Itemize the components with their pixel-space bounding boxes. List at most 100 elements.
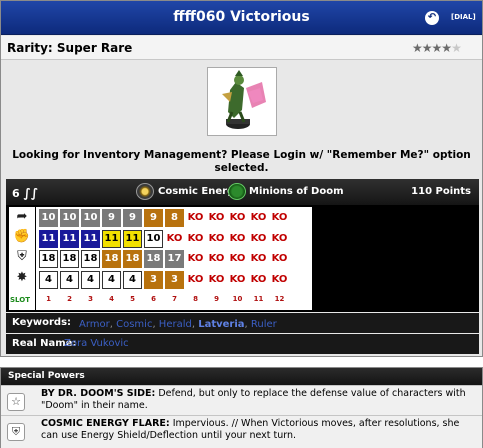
dial-cell: 3: [144, 270, 163, 289]
slot-number: 4: [109, 295, 114, 303]
title-bar: ffff060 Victorious ↶ [DIAL]: [1, 1, 482, 35]
dial-cell: 4: [81, 270, 100, 289]
dial-link[interactable]: [DIAL]: [451, 13, 476, 21]
slot-number: 3: [88, 295, 93, 303]
keyword-link[interactable]: Cosmic: [116, 319, 152, 330]
dial-cell: KO: [228, 250, 247, 268]
rarity-star-icon: ★: [451, 41, 462, 55]
dial-cell: 8: [165, 209, 184, 227]
range-value: 6 ∫∫: [12, 186, 38, 200]
dial-cell: KO: [186, 209, 205, 227]
dial-cell: 4: [123, 270, 142, 289]
power-description: COSMIC ENERGY FLARE: Impervious. // When…: [41, 418, 477, 442]
slot-number: 7: [172, 295, 177, 303]
dial-cell: 11: [81, 229, 100, 248]
rarity-stars: ★★★★★: [412, 41, 462, 55]
stat-icons-column: ➦ ✊ ⛨ ✸ SLOT: [9, 207, 35, 310]
dial-cell: 10: [60, 209, 79, 227]
dial-cell: 9: [123, 209, 142, 227]
undo-icon[interactable]: ↶: [425, 11, 439, 25]
slot-number: 12: [274, 295, 285, 303]
dial-cell: KO: [186, 250, 205, 268]
defense-shield-icon: ⛨: [17, 249, 27, 264]
speed-wing-icon: ➦: [16, 209, 28, 224]
character-title: ffff060 Victorious: [173, 9, 310, 25]
dial-cell: KO: [207, 229, 226, 248]
dial-cell: 18: [81, 250, 100, 268]
keyword-link[interactable]: Armor: [79, 319, 110, 330]
dial-cell: 11: [39, 229, 58, 248]
slot-number: 8: [193, 295, 198, 303]
keywords-row: Keywords: Armor, Cosmic, Herald, Latveri…: [6, 313, 479, 333]
dial-cell: KO: [249, 209, 268, 227]
dial-cell: 11: [102, 229, 121, 248]
special-powers-title: Special Powers: [8, 371, 85, 381]
slot-number: 5: [130, 295, 135, 303]
dial-cell: KO: [228, 209, 247, 227]
special-powers-panel: Special Powers ☆ BY DR. DOOM'S SIDE: Def…: [0, 367, 483, 448]
defense-star-icon: ☆: [7, 393, 25, 411]
rarity-star-icon: ★: [412, 41, 423, 55]
damage-burst-icon: ✸: [16, 270, 28, 285]
defense-shield-icon: ⛨: [7, 423, 25, 441]
power-name: BY DR. DOOM'S SIDE:: [41, 388, 156, 399]
dial-cell: 17: [165, 250, 184, 268]
dial-cell: KO: [228, 229, 247, 248]
dial-cell: 18: [102, 250, 121, 268]
dial-cell: 11: [123, 229, 142, 248]
combat-dial: 6 ∫∫ Cosmic Energy Minions of Doom 110 P…: [6, 179, 479, 312]
rarity-label: Rarity: Super Rare: [7, 41, 133, 55]
rarity-star-icon: ★: [431, 41, 443, 55]
rarity-row: Rarity: Super Rare ★★★★★: [1, 36, 482, 60]
keyword-link[interactable]: Ruler: [251, 319, 277, 330]
dial-cell: KO: [270, 270, 289, 289]
dial-cell: KO: [270, 209, 289, 227]
dial-cell: KO: [249, 270, 268, 289]
keyword-link[interactable]: Herald: [159, 319, 192, 330]
real-name-row: Real Name: Zora Vukovic: [6, 334, 479, 354]
power-item: ☆ BY DR. DOOM'S SIDE: Defend, but only t…: [1, 385, 482, 415]
dial-cell: 18: [60, 250, 79, 268]
dial-cell: 9: [102, 209, 121, 227]
slot-number: 9: [214, 295, 219, 303]
dial-cell: KO: [270, 250, 289, 268]
power-name: COSMIC ENERGY FLARE:: [41, 418, 170, 429]
dial-cell: 4: [60, 270, 79, 289]
dial-cell: 4: [102, 270, 121, 289]
figure-image: [207, 67, 277, 136]
dial-cell: 11: [60, 229, 79, 248]
dial-cell: 3: [165, 270, 184, 289]
dial-cell: KO: [207, 209, 226, 227]
power-item: ⛨ COSMIC ENERGY FLARE: Impervious. // Wh…: [1, 415, 482, 448]
dial-header: 6 ∫∫ Cosmic Energy Minions of Doom 110 P…: [6, 179, 479, 205]
character-card: ffff060 Victorious ↶ [DIAL] Rarity: Supe…: [0, 0, 483, 357]
dial-cell: 18: [144, 250, 163, 268]
real-name-value[interactable]: Zora Vukovic: [64, 338, 129, 349]
keywords-label: Keywords:: [12, 317, 72, 328]
cosmic-energy-icon: [136, 183, 154, 200]
slot-number: 11: [253, 295, 264, 303]
range-bolt-icon: ∫∫: [23, 186, 39, 200]
dial-cell: 4: [39, 270, 58, 289]
attack-fist-icon: ✊: [13, 229, 31, 244]
dial-cell: 9: [144, 209, 163, 227]
slot-number: 2: [67, 295, 72, 303]
rarity-star-icon: ★: [441, 41, 452, 55]
slot-number: 6: [151, 295, 156, 303]
login-notice: Looking for Inventory Management? Please…: [12, 149, 471, 174]
team-label-minions-of-doom: Minions of Doom: [249, 186, 344, 197]
range-number: 6: [12, 187, 20, 200]
keyword-link[interactable]: Latveria: [198, 319, 244, 330]
rarity-star-icon: ★: [421, 41, 433, 55]
points-value: 110 Points: [411, 186, 471, 197]
dial-cell: KO: [249, 229, 268, 248]
dial-cell: KO: [207, 250, 226, 268]
special-powers-header: Special Powers: [1, 368, 482, 385]
slot-number: 1: [46, 295, 51, 303]
dial-cell: 10: [144, 229, 163, 248]
dial-cell: KO: [186, 229, 205, 248]
dial-cell: KO: [228, 270, 247, 289]
dial-cell: KO: [165, 229, 184, 248]
dial-cell: KO: [270, 229, 289, 248]
minions-of-doom-icon: [228, 183, 246, 200]
